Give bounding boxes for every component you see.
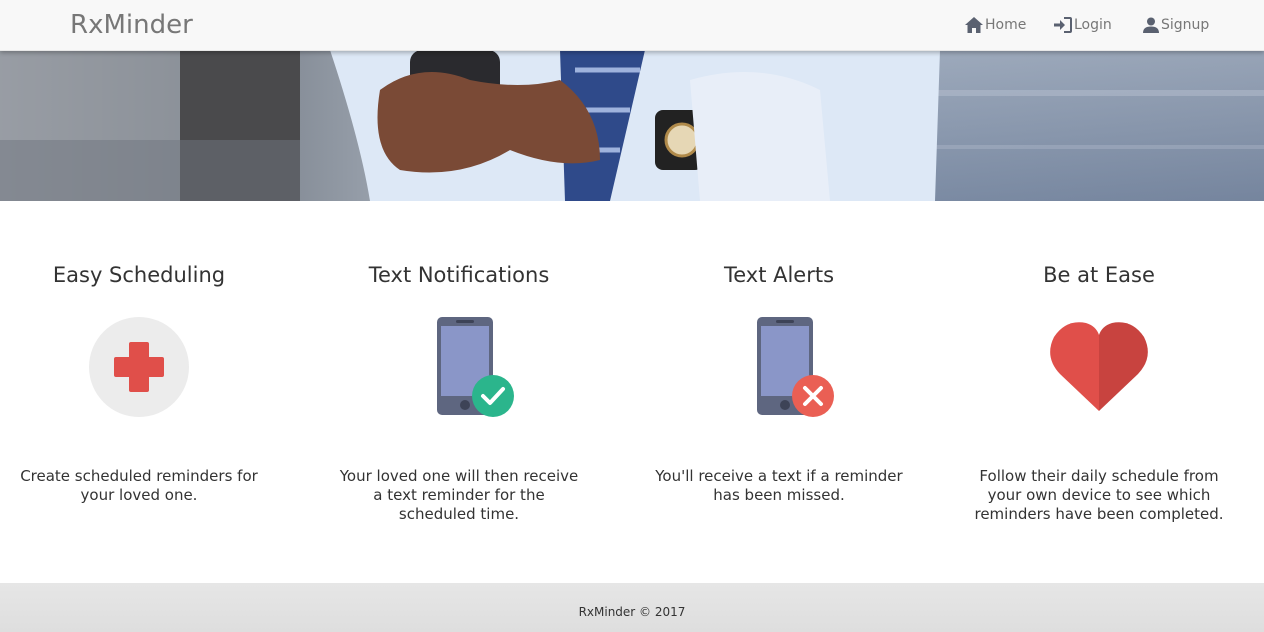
phone-x-icon	[724, 317, 834, 427]
nav-login-link[interactable]: Login	[1054, 15, 1112, 35]
feature-title: Be at Ease	[1043, 263, 1155, 287]
feature-description: Your loved one will then receive a text …	[339, 467, 579, 523]
feature-title: Text Notifications	[368, 263, 550, 287]
phone-check-icon	[404, 317, 514, 427]
user-icon	[1143, 17, 1159, 33]
feature-description: You'll receive a text if a reminder has …	[655, 467, 903, 504]
navbar: RxMinder Home Login Signup	[0, 0, 1264, 51]
feature-description: Create scheduled reminders for your love…	[20, 467, 258, 504]
nav-home-link[interactable]: Home	[965, 15, 1026, 35]
login-icon	[1054, 17, 1072, 33]
footer: RxMinder © 2017	[0, 583, 1264, 632]
feature-title: Text Alerts	[723, 263, 835, 287]
nav-signup-link[interactable]: Signup	[1143, 15, 1209, 35]
hero-photo	[0, 50, 1264, 201]
feature-description: Follow their daily schedule from your ow…	[974, 467, 1224, 523]
heart-icon	[1044, 317, 1154, 427]
footer-copyright: RxMinder © 2017	[578, 605, 686, 619]
feature-easy-scheduling: Easy Scheduling Create scheduled reminde…	[14, 255, 264, 505]
nav-home-label: Home	[985, 17, 1027, 33]
nav-signup-label: Signup	[1161, 17, 1210, 33]
medical-cross-icon	[84, 317, 194, 427]
home-icon	[965, 17, 983, 33]
feature-title: Easy Scheduling	[52, 263, 226, 287]
feature-text-notifications: Text Notifications Your loved one will t…	[334, 255, 584, 524]
hero-banner	[0, 50, 1264, 201]
feature-be-at-ease: Be at Ease Follow their daily schedule f…	[974, 255, 1224, 524]
feature-text-alerts: Text Alerts You'll receive a text if a r…	[654, 255, 904, 505]
nav-login-label: Login	[1074, 17, 1112, 33]
brand-logo[interactable]: RxMinder	[70, 10, 193, 40]
